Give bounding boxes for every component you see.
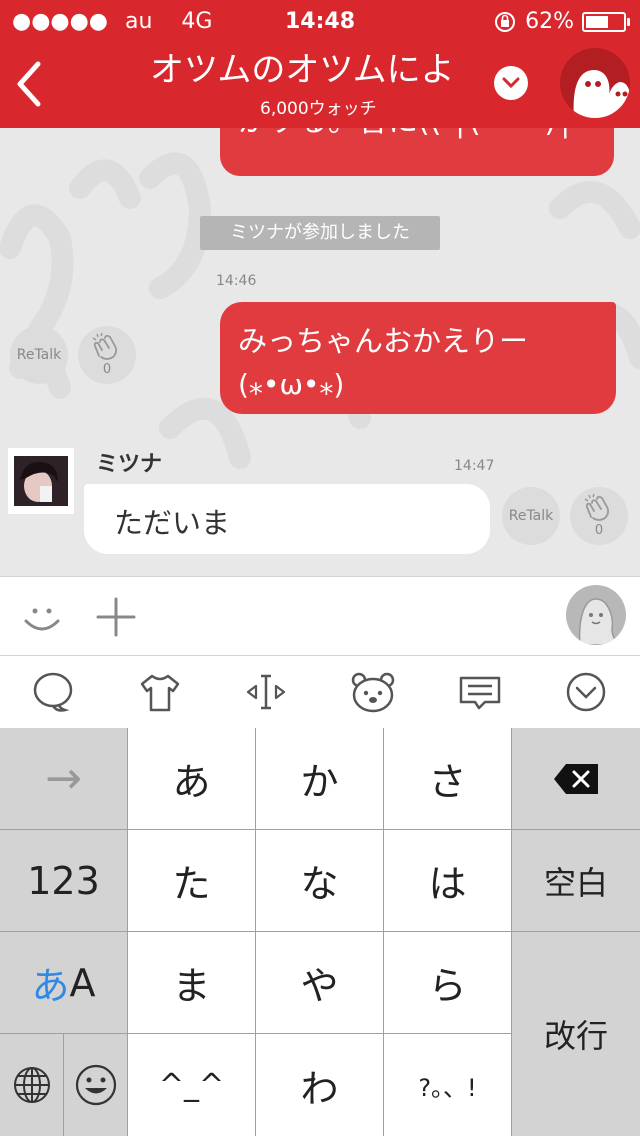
key-ka[interactable]: か <box>256 728 383 829</box>
plus-icon[interactable] <box>94 595 138 639</box>
avatar[interactable] <box>8 448 74 514</box>
message-text-line1: みっちゃんおかえりー <box>238 324 529 358</box>
key-sa[interactable]: さ <box>384 728 511 829</box>
retalk-button[interactable]: ReTalk <box>502 487 560 545</box>
arrow-key[interactable]: → <box>0 728 127 829</box>
voice-avatar-icon[interactable] <box>566 585 626 645</box>
back-button[interactable] <box>10 54 50 114</box>
clap-button[interactable]: 0 <box>570 487 628 545</box>
key-a[interactable]: あ <box>128 728 255 829</box>
clap-count: 0 <box>594 523 604 538</box>
retalk-button[interactable]: ReTalk <box>10 326 68 384</box>
key-punctuation[interactable]: ?。、! <box>384 1034 511 1136</box>
clap-icon <box>92 332 118 360</box>
keyboard: → 123 あA あ か さ た な は ま や ら ^_^ わ ?。、! 空白… <box>0 728 640 1136</box>
emoji-key[interactable] <box>64 1034 127 1136</box>
speech-bubble-icon[interactable] <box>29 668 77 716</box>
message-icon[interactable] <box>456 668 504 716</box>
chevron-down-icon[interactable] <box>562 668 610 716</box>
watch-count: 6,000ウォッチ <box>260 99 377 119</box>
incoming-message-bubble[interactable]: ただいま <box>84 484 490 554</box>
previous-message-bubble[interactable]: がする。昔に(( ╮(╹ㅂ╹)╭ ” <box>220 128 614 176</box>
chevron-down-icon[interactable] <box>494 66 528 100</box>
status-right: 62% <box>493 6 630 38</box>
enter-key[interactable]: 改行 <box>512 932 640 1136</box>
chat-area[interactable]: がする。昔に(( ╮(╹ㅂ╹)╭ ” ミツナが参加しました 14:46 ReTa… <box>0 128 640 576</box>
key-ta[interactable]: た <box>128 830 255 931</box>
message-time: 14:46 <box>216 273 257 289</box>
right-arrow-icon: → <box>45 753 82 804</box>
numbers-key[interactable]: 123 <box>0 830 127 931</box>
input-mode-key[interactable]: あA <box>0 932 127 1033</box>
backspace-icon <box>554 763 598 794</box>
alpha-label: A <box>69 960 96 1005</box>
rotation-lock-icon <box>495 12 516 32</box>
system-notice: ミツナが参加しました <box>200 216 440 250</box>
message-text-line2: (⁎•ω•⁎) <box>238 368 345 401</box>
key-ra[interactable]: ら <box>384 932 511 1033</box>
key-kaomoji[interactable]: ^_^ <box>128 1034 255 1136</box>
sender-name: ミツナ <box>96 452 163 477</box>
backspace-key[interactable] <box>512 728 640 829</box>
clap-count: 0 <box>102 362 112 377</box>
space-key[interactable]: 空白 <box>512 830 640 931</box>
key-ya[interactable]: や <box>256 932 383 1033</box>
key-na[interactable]: な <box>256 830 383 931</box>
battery-percent: 62% <box>525 9 574 34</box>
input-bar[interactable] <box>0 576 640 656</box>
numbers-key-label: 123 <box>27 858 100 903</box>
header: ●●●●● au 4G 14:48 62% オツムのオツムによ 6,000ウォッ… <box>0 0 640 128</box>
message-time: 14:47 <box>454 458 495 474</box>
toolbar <box>0 656 640 728</box>
key-ha[interactable]: は <box>384 830 511 931</box>
room-title: オツムのオツムによ <box>150 50 455 90</box>
tshirt-icon[interactable] <box>136 668 184 716</box>
battery-icon <box>582 12 630 32</box>
clap-button[interactable]: 0 <box>78 326 136 384</box>
kana-label: あ <box>31 964 70 1008</box>
globe-key[interactable] <box>0 1034 63 1136</box>
previous-message-text: がする。昔に(( ╮(╹ㅂ╹)╭ ” <box>238 128 599 138</box>
cursor-icon[interactable] <box>242 668 290 716</box>
room-mascot-icon[interactable] <box>560 48 630 118</box>
smile-icon[interactable] <box>20 595 64 639</box>
emoji-icon <box>75 1064 116 1106</box>
bear-face-icon[interactable] <box>349 668 397 716</box>
message-text: ただいま <box>114 506 231 540</box>
outgoing-message-bubble[interactable]: みっちゃんおかえりー (⁎•ω•⁎) <box>220 302 616 414</box>
key-ma[interactable]: ま <box>128 932 255 1033</box>
globe-icon <box>13 1067 50 1103</box>
clap-icon <box>584 493 610 521</box>
key-wa[interactable]: わ <box>256 1034 383 1136</box>
